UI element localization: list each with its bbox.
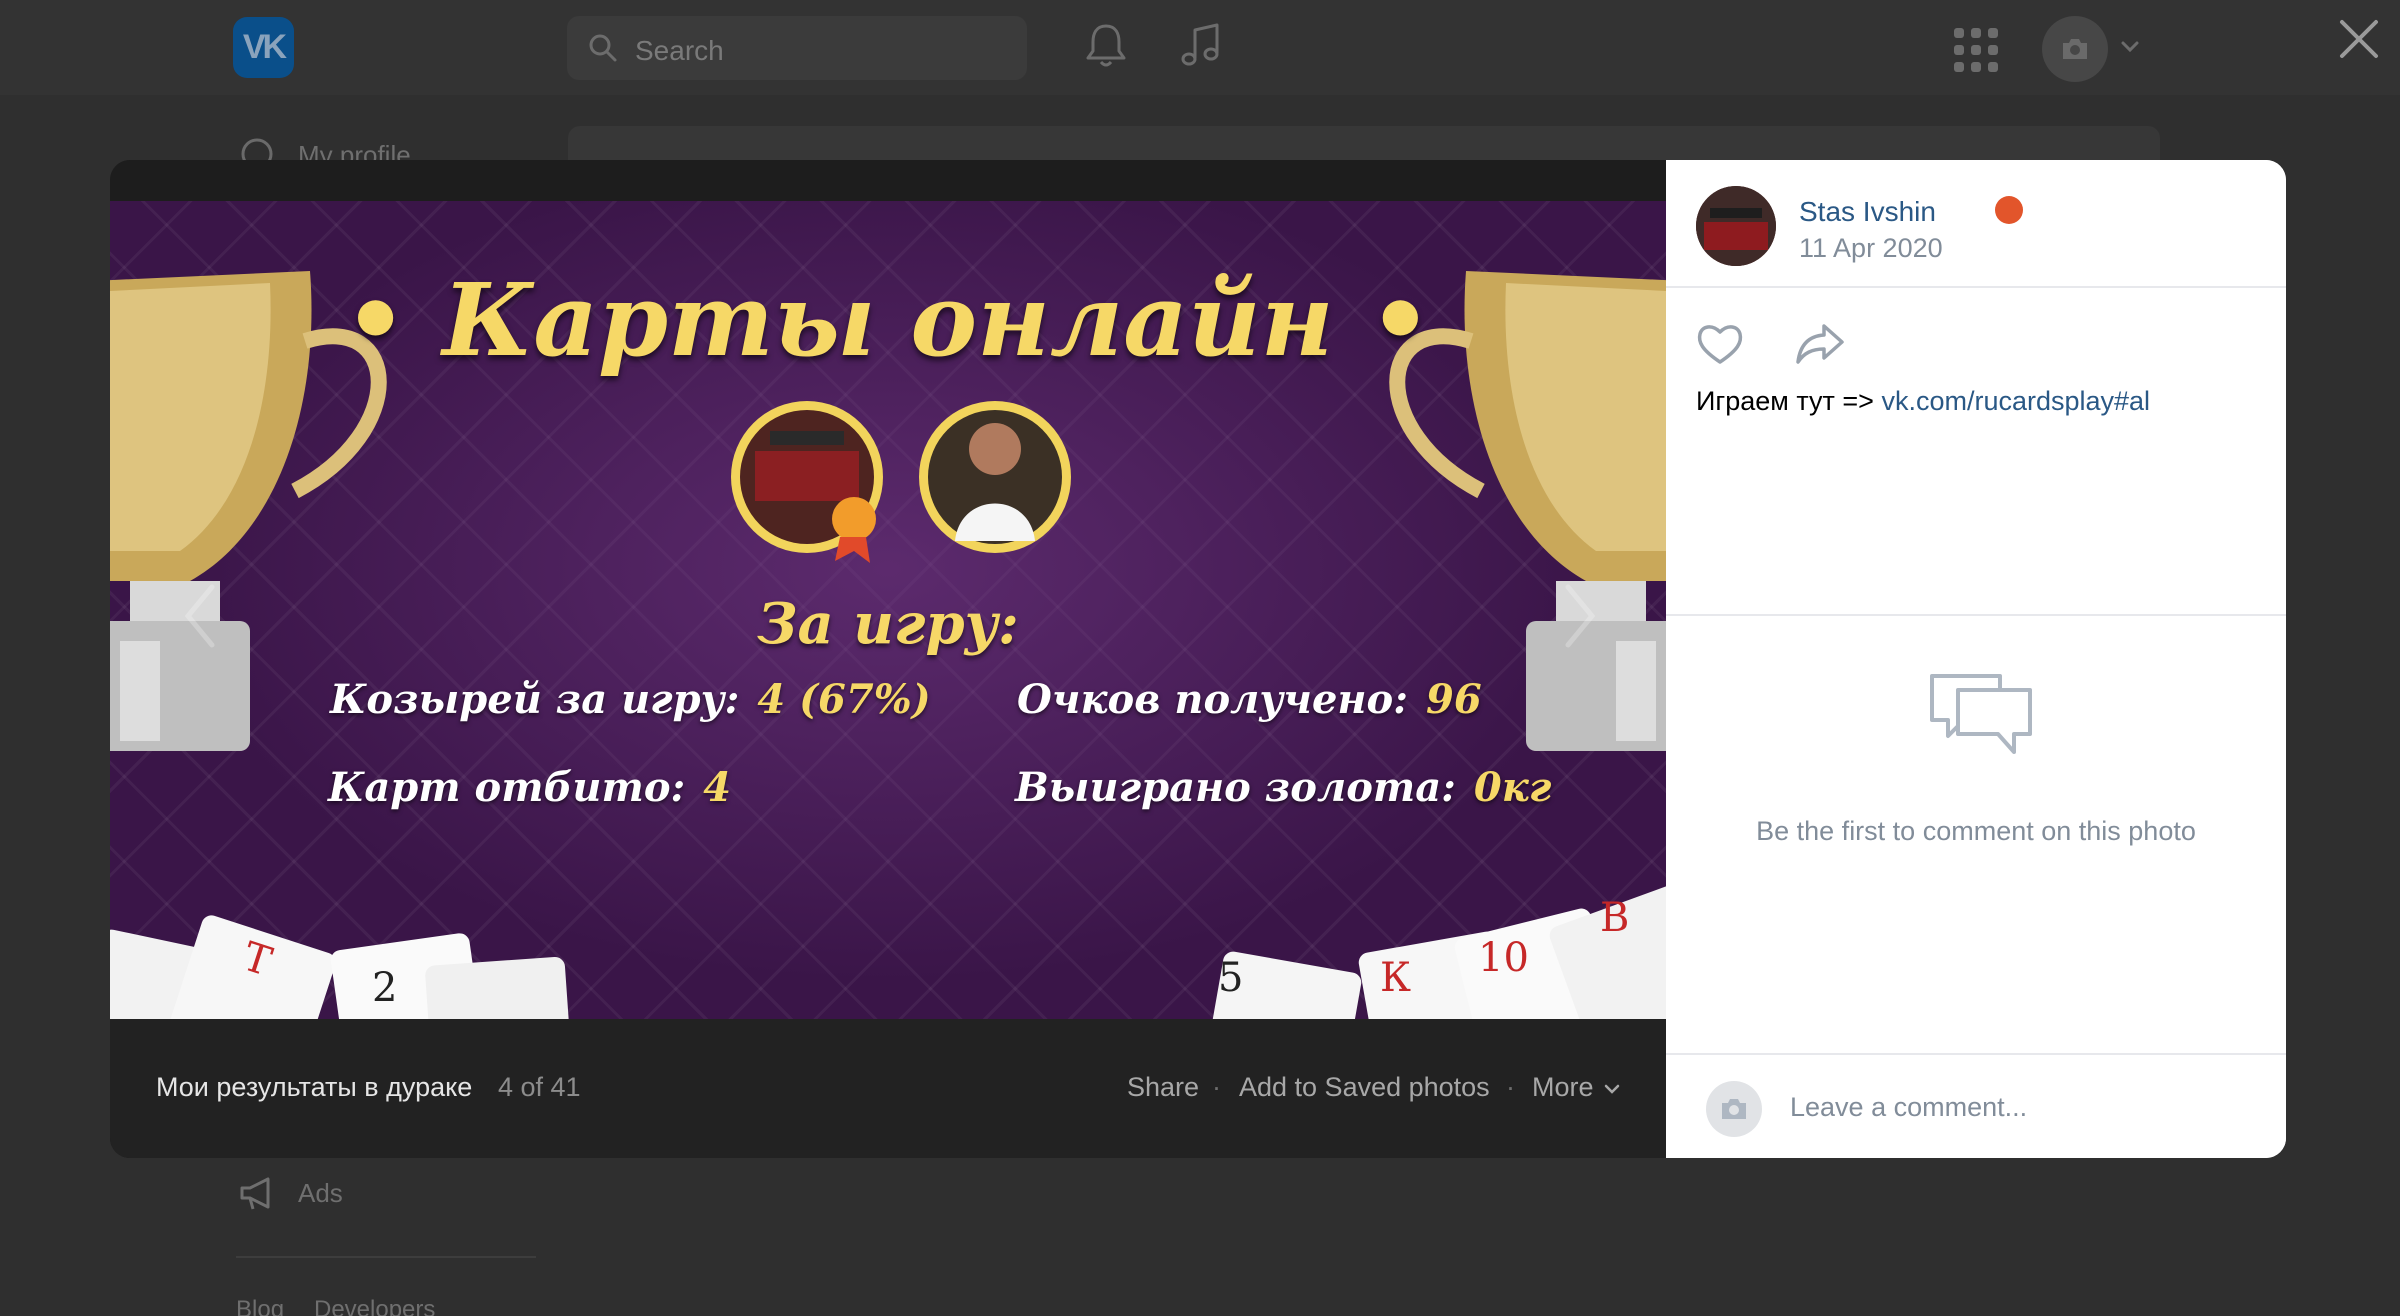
photo-counter: 4 of 41 bbox=[498, 1072, 581, 1102]
photo-title-text: • Карты онлайн • bbox=[343, 261, 1433, 379]
add-to-saved-link[interactable]: Add to Saved photos bbox=[1239, 1072, 1490, 1103]
sidebar-divider bbox=[236, 1256, 536, 1258]
author-avatar-image bbox=[1696, 186, 1776, 266]
stat-points-value: 96 bbox=[1426, 676, 1482, 723]
share-link[interactable]: Share bbox=[1127, 1072, 1199, 1103]
photo-section-label: За игру: bbox=[757, 591, 1019, 657]
post-header: Stas Ivshin 11 Apr 2020 bbox=[1666, 160, 2286, 288]
playing-cards-right: 5 К 10 В bbox=[1195, 884, 1666, 1019]
post-date[interactable]: 11 Apr 2020 bbox=[1799, 233, 1943, 264]
vk-logo-text: VK bbox=[242, 28, 287, 66]
camera-icon bbox=[1722, 1099, 1746, 1119]
post-text: Играем тут => vk.com/rucardsplay#al bbox=[1696, 386, 2150, 417]
commenter-avatar bbox=[1706, 1081, 1762, 1137]
stat-gold-label: Выиграно золота: bbox=[1015, 764, 1456, 811]
photo-side-panel: Stas Ivshin 11 Apr 2020 Играем тут => vk… bbox=[1666, 160, 2286, 1158]
post-text-body: Играем тут => bbox=[1696, 386, 1882, 416]
stat-cards-beaten-value: 4 bbox=[703, 764, 732, 811]
bell-icon[interactable] bbox=[1078, 18, 1134, 74]
close-icon[interactable] bbox=[2338, 18, 2380, 60]
stat-cards-beaten: Карт отбито: 4 bbox=[328, 764, 731, 811]
search-icon bbox=[589, 34, 617, 62]
background-card bbox=[568, 126, 2160, 162]
music-icon[interactable] bbox=[1174, 18, 1230, 74]
footer-link-blog[interactable]: Blog bbox=[236, 1296, 284, 1316]
stat-trumps-value: 4 (67%) bbox=[757, 676, 931, 723]
stat-gold: Выиграно золота: 0кг bbox=[1015, 764, 1551, 811]
stat-cards-beaten-label: Карт отбито: bbox=[328, 764, 686, 811]
user-avatar[interactable] bbox=[2042, 16, 2108, 82]
svg-text:10: 10 bbox=[1478, 935, 1529, 981]
author-avatar[interactable] bbox=[1696, 186, 1776, 266]
separator-dot: · bbox=[1212, 1072, 1221, 1102]
photo[interactable]: Т 2 5 К 10 В • Карты онлайн • За игру: К… bbox=[110, 201, 1666, 1019]
stat-trumps: Козырей за игру: 4 (67%) bbox=[330, 676, 931, 723]
empty-comments-text: Be the first to comment on this photo bbox=[1756, 816, 2196, 846]
photo-caption: Мои результаты в дураке bbox=[156, 1072, 473, 1102]
apps-grid-icon[interactable] bbox=[1948, 22, 2004, 78]
search-box[interactable]: Search bbox=[567, 16, 1027, 80]
chevron-down-icon[interactable] bbox=[1603, 1082, 1621, 1096]
comment-composer bbox=[1666, 1053, 2286, 1158]
photo-viewer: Т 2 5 К 10 В • Карты онлайн • За игру: К… bbox=[110, 160, 1666, 1158]
angry-face-emoji-icon bbox=[1995, 196, 2023, 224]
comments-icon bbox=[1930, 674, 2032, 754]
comment-input[interactable] bbox=[1790, 1077, 2260, 1137]
more-menu-button[interactable]: More bbox=[1532, 1072, 1594, 1103]
stat-gold-value: 0кг bbox=[1473, 764, 1552, 811]
photo-caption-bar: Мои результаты в дураке 4 of 41 Share · … bbox=[110, 1019, 1666, 1158]
megaphone-icon bbox=[240, 1177, 270, 1210]
top-bar: VK Search bbox=[0, 0, 2400, 95]
playing-cards-left: Т 2 bbox=[110, 915, 577, 1019]
svg-text:5: 5 bbox=[1218, 955, 1243, 1001]
svg-text:К: К bbox=[1380, 955, 1411, 1001]
author-name-link[interactable]: Stas Ivshin bbox=[1799, 196, 1936, 228]
post-link[interactable]: vk.com/rucardsplay#al bbox=[1881, 386, 2150, 416]
post-body: Играем тут => vk.com/rucardsplay#al bbox=[1666, 288, 2286, 616]
svg-text:2: 2 bbox=[372, 965, 397, 1011]
stat-trumps-label: Козырей за игру: bbox=[330, 676, 740, 723]
separator-dot: · bbox=[1506, 1072, 1515, 1102]
next-photo-icon[interactable] bbox=[1560, 581, 1600, 651]
previous-photo-icon[interactable] bbox=[180, 581, 220, 651]
stat-points-label: Очков получено: bbox=[1017, 676, 1408, 723]
search-placeholder: Search bbox=[635, 35, 724, 66]
camera-icon bbox=[2063, 39, 2087, 59]
player-avatar-1 bbox=[731, 401, 883, 563]
sidebar-item-ads[interactable]: Ads bbox=[298, 1178, 343, 1209]
heart-icon[interactable] bbox=[1696, 322, 1744, 366]
player-avatar-2 bbox=[919, 401, 1071, 553]
chevron-down-icon[interactable] bbox=[2118, 34, 2142, 58]
stat-points: Очков получено: 96 bbox=[1017, 676, 1482, 723]
svg-text:В: В bbox=[1600, 895, 1629, 941]
footer-link-developers[interactable]: Developers bbox=[314, 1296, 435, 1316]
share-icon[interactable] bbox=[1794, 322, 1846, 366]
vk-logo[interactable]: VK bbox=[233, 17, 294, 78]
photo-modal: Т 2 5 К 10 В • Карты онлайн • За игру: К… bbox=[110, 160, 2286, 1158]
